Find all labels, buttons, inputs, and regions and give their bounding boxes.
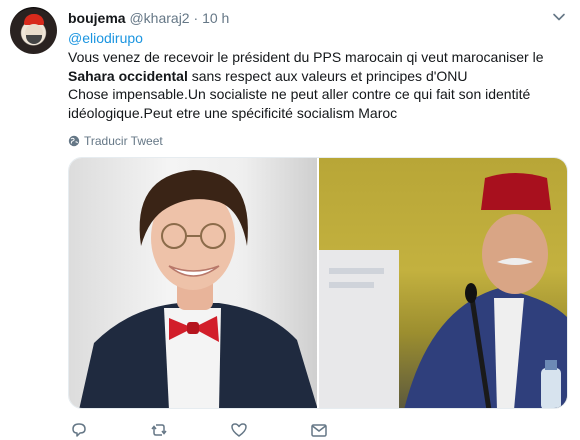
media-grid <box>68 157 568 409</box>
reply-button[interactable] <box>70 420 150 440</box>
tweet-card[interactable]: boujema @kharaj2 · 10 h @eliodirupo Vous… <box>0 0 580 440</box>
translate-label: Traducir Tweet <box>84 134 163 148</box>
tweet-text: Vous venez de recevoir le président du P… <box>68 48 568 122</box>
chevron-down-icon[interactable] <box>552 10 566 24</box>
tweet-header: boujema @kharaj2 · 10 h <box>68 9 229 27</box>
user-handle[interactable]: @kharaj2 <box>129 10 189 26</box>
retweet-button[interactable] <box>150 420 230 440</box>
envelope-icon <box>311 424 327 437</box>
photo-right-illustration <box>319 173 567 408</box>
timestamp[interactable]: 10 h <box>202 10 229 26</box>
tweet-text-line-4: idéologique.Peut etre une spécificité so… <box>68 104 398 121</box>
tweet-text-line-2: Sahara occidental sans respect aux valeu… <box>68 67 568 86</box>
display-name[interactable]: boujema <box>68 10 126 26</box>
reply-icon <box>72 423 86 437</box>
tweet-text-line-1: Vous venez de recevoir le président du P… <box>68 49 544 65</box>
retweet-icon <box>151 424 167 436</box>
message-button[interactable] <box>310 420 390 440</box>
tweet-text-line-2-rest: sans respect aux valeurs et principes d'… <box>187 67 468 84</box>
photo-left[interactable] <box>69 158 317 408</box>
translate-tweet-button[interactable]: Traducir Tweet <box>68 134 163 148</box>
photo-right[interactable] <box>319 158 567 408</box>
reply-to-link[interactable]: @eliodirupo <box>68 29 143 47</box>
globe-icon <box>68 135 80 147</box>
tweet-actions <box>70 420 390 440</box>
avatar[interactable] <box>10 7 57 54</box>
avatar-beard <box>26 35 42 44</box>
separator-dot: · <box>193 10 199 26</box>
like-button[interactable] <box>230 420 310 440</box>
photo-left-illustration <box>79 170 317 408</box>
heart-icon <box>231 423 247 437</box>
bold-phrase: Sahara occidental <box>68 67 188 84</box>
tweet-text-line-3: Chose impensable.Un socialiste ne peut a… <box>68 86 531 102</box>
